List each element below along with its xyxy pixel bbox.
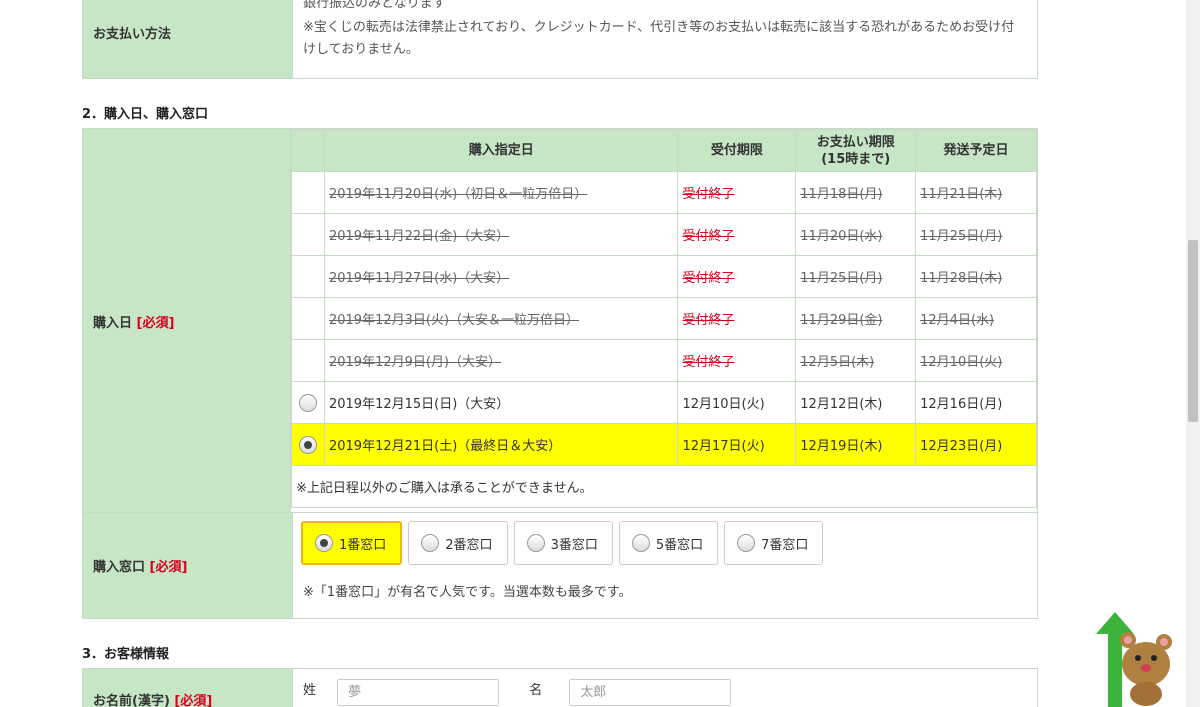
first-name-input[interactable]: 太郎 — [569, 679, 732, 706]
header-ship-date: 発送予定日 — [915, 129, 1037, 172]
window-note: ※「1番窓口」が有名で人気です。当選本数も最多です。 — [303, 585, 632, 600]
window-options: 1番窓口 2番窓口 3番窓口 5番窓口 7番窓口 — [301, 521, 1037, 567]
schedule-row: 2019年11月20日(水)（初日＆一粒万倍日） 受付終了 11月18日(月) 11月… — [291, 171, 1037, 214]
required-mark: [必須] — [174, 694, 213, 707]
purchase-date-table: 購入日 [必須] 購入指定日 受付期限 お支払い期限 (15時まで) 発送予定日 … — [82, 128, 1038, 514]
schedule-radio-cell — [291, 255, 325, 298]
schedule-radio-cell — [291, 171, 325, 214]
schedule-ship-date: 11月25日(月) — [915, 213, 1037, 256]
window-radio[interactable] — [737, 534, 756, 552]
window-radio[interactable] — [315, 534, 333, 552]
required-mark: [必須] — [136, 315, 175, 331]
schedule-date: 2019年12月3日(火)（大安＆一粒万倍日） — [323, 297, 679, 340]
required-mark: [必須] — [149, 560, 188, 575]
schedule-payment-deadline: 12月5日(木) — [795, 339, 917, 382]
header-payment-deadline: お支払い期限 (15時まで) — [795, 129, 917, 172]
schedule-radio-cell — [291, 297, 325, 340]
schedule-deadline: 受付終了 — [677, 339, 797, 382]
schedule-deadline: 12月17日(火) — [677, 423, 797, 466]
schedule-deadline: 受付終了 — [677, 171, 797, 214]
schedule-date: 2019年12月15日(日)（大安） — [323, 381, 679, 424]
last-name-input[interactable]: 夢 — [337, 679, 500, 706]
schedule-grid: 購入指定日 受付期限 お支払い期限 (15時まで) 発送予定日 2019年11月2… — [291, 129, 1037, 508]
schedule-row: 2019年11月27日(水)（大安） 受付終了 11月25日(月) 11月28日(木) — [291, 255, 1037, 298]
purchase-date-label: 購入日 [必須] — [82, 128, 291, 514]
schedule-ship-date: 12月4日(水) — [915, 297, 1037, 340]
schedule-radio-cell[interactable] — [291, 381, 325, 424]
window-option-5[interactable]: 7番窓口 — [724, 521, 824, 565]
schedule-ship-date: 12月23日(月) — [915, 423, 1037, 466]
schedule-date: 2019年12月21日(土)（最終日＆大安） — [323, 423, 679, 466]
schedule-date: 2019年12月9日(月)（大安） — [323, 339, 679, 382]
last-name-label: 姓 — [303, 683, 317, 698]
section-title-purchase-date: 2．購入日、購入窓口 — [82, 107, 209, 122]
section-title-customer-info: 3．お客様情報 — [82, 647, 170, 662]
schedule-date: 2019年11月20日(水)（初日＆一粒万倍日） — [323, 171, 679, 214]
schedule-radio-cell — [291, 339, 325, 382]
schedule-deadline: 12月10日(火) — [677, 381, 797, 424]
customer-name-label: お名前(漢字) [必須] — [82, 668, 293, 707]
date-radio[interactable] — [298, 435, 317, 454]
scrollbar[interactable] — [1186, 0, 1200, 707]
purchase-window-table: 購入窓口 [必須] 1番窓口 2番窓口 3番窓口 5番窓口 7番窓口 ※「1番窓口」が有… — [82, 512, 1038, 619]
window-option-3[interactable]: 3番窓口 — [513, 521, 613, 565]
window-radio[interactable] — [421, 534, 440, 552]
schedule-deadline: 受付終了 — [677, 255, 797, 298]
header-date: 購入指定日 — [323, 129, 679, 172]
window-radio[interactable] — [631, 534, 650, 552]
schedule-radio-cell — [291, 213, 325, 256]
purchase-window-label: 購入窓口 [必須] — [82, 512, 293, 619]
window-option-label: 5番窓口 — [655, 537, 704, 553]
schedule-deadline: 受付終了 — [677, 213, 797, 256]
schedule-payment-deadline: 12月19日(木) — [795, 423, 917, 466]
payment-method-label: お支払い方法 — [82, 0, 293, 79]
payment-method-note: ※宝くじの転売は法律禁止されており、クレジットカード、代引き等のお支払いは転売に… — [303, 20, 1015, 57]
window-option-label: 1番窓口 — [339, 537, 387, 553]
header-radio — [291, 129, 325, 172]
schedule-row[interactable]: 2019年12月15日(日)（大安） 12月10日(火) 12月12日(木) 12月1… — [291, 381, 1037, 424]
schedule-payment-deadline: 11月25日(月) — [795, 255, 917, 298]
first-name-label: 名 — [529, 683, 543, 698]
schedule-payment-deadline: 12月12日(木) — [795, 381, 917, 424]
schedule-date: 2019年11月27日(水)（大安） — [323, 255, 679, 298]
scroll-to-top-mascot-icon[interactable] — [1088, 612, 1178, 707]
schedule-ship-date: 11月21日(木) — [915, 171, 1037, 214]
window-option-label: 7番窓口 — [761, 537, 809, 553]
schedule-payment-deadline: 11月20日(水) — [795, 213, 917, 256]
window-option-2[interactable]: 2番窓口 — [408, 521, 508, 565]
window-option-label: 3番窓口 — [550, 537, 598, 553]
schedule-radio-cell[interactable] — [291, 423, 325, 466]
schedule-ship-date: 12月16日(月) — [915, 381, 1037, 424]
schedule-deadline: 受付終了 — [677, 297, 797, 340]
schedule-ship-date: 12月10日(火) — [915, 339, 1037, 382]
schedule-row: 2019年11月22日(金)（大安） 受付終了 11月20日(水) 11月25日(月) — [291, 213, 1037, 256]
schedule-ship-date: 11月28日(木) — [915, 255, 1037, 298]
scrollbar-thumb[interactable] — [1188, 240, 1198, 422]
window-option-4[interactable]: 5番窓口 — [618, 521, 719, 565]
schedule-row[interactable]: 2019年12月21日(土)（最終日＆大安） 12月17日(火) 12月19日(木)… — [291, 423, 1037, 466]
date-radio[interactable] — [298, 393, 317, 412]
payment-method-value: 銀行振込のみとなります ※宝くじの転売は法律禁止されており、クレジットカード、代… — [292, 0, 1038, 79]
schedule-payment-deadline: 11月29日(金) — [795, 297, 917, 340]
customer-name-table: お名前(漢字) [必須] 姓 夢 名 太郎 — [82, 668, 1038, 707]
window-radio[interactable] — [526, 534, 545, 552]
header-deadline: 受付期限 — [677, 129, 797, 172]
window-option-label: 2番窓口 — [445, 537, 493, 553]
window-option-1[interactable]: 1番窓口 — [301, 521, 403, 565]
schedule-row: 2019年12月9日(月)（大安） 受付終了 12月5日(木) 12月10日(火) — [291, 339, 1037, 382]
payment-method-clipped-text: 銀行振込のみとなります — [303, 0, 446, 11]
schedule-row: 2019年12月3日(火)（大安＆一粒万倍日） 受付終了 11月29日(金) 12月4… — [291, 297, 1037, 340]
schedule-date: 2019年11月22日(金)（大安） — [323, 213, 679, 256]
schedule-payment-deadline: 11月18日(月) — [795, 171, 917, 214]
schedule-note: ※上記日程以外のご購入は承ることができません。 — [291, 465, 1037, 508]
payment-method-table: お支払い方法 銀行振込のみとなります ※宝くじの転売は法律禁止されており、クレジ… — [82, 0, 1038, 79]
